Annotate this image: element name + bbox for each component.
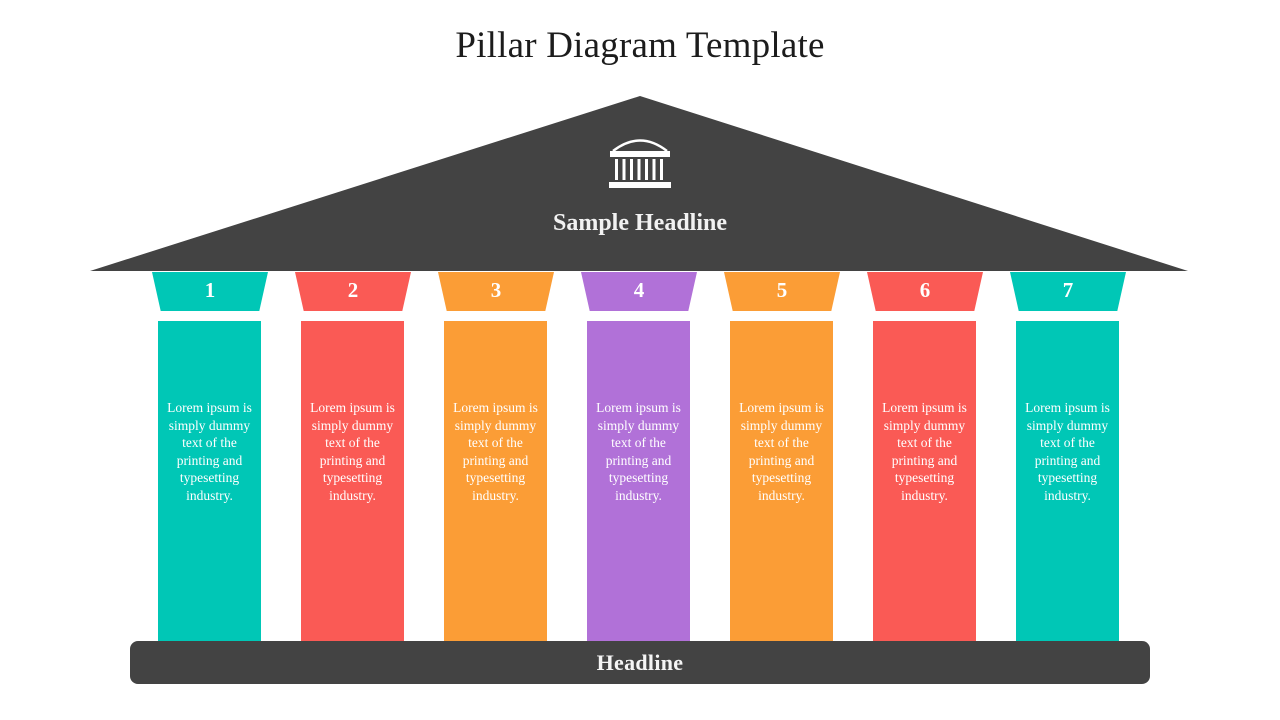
pillar-body-text-5: Lorem ipsum is simply dummy text of the … — [739, 400, 824, 503]
pillar-number-7: 7 — [1062, 278, 1074, 302]
pillar-shaft-4: Lorem ipsum is simply dummy text of the … — [587, 321, 690, 641]
pillar-body-text-1: Lorem ipsum is simply dummy text of the … — [167, 400, 252, 503]
pillar-shaft-3: Lorem ipsum is simply dummy text of the … — [444, 321, 547, 641]
pillar-number-2: 2 — [347, 278, 359, 302]
pillar-number-1: 1 — [204, 278, 216, 302]
pillar-body-text-4: Lorem ipsum is simply dummy text of the … — [596, 400, 681, 503]
pillar-shaft-6: Lorem ipsum is simply dummy text of the … — [873, 321, 976, 641]
pillar-shaft-1: Lorem ipsum is simply dummy text of the … — [158, 321, 261, 641]
pillar-shaft-2: Lorem ipsum is simply dummy text of the … — [301, 321, 404, 641]
pillar-body-text-3: Lorem ipsum is simply dummy text of the … — [453, 400, 538, 503]
pillar-body-text-6: Lorem ipsum is simply dummy text of the … — [882, 400, 967, 503]
base-headline-label: Headline — [596, 649, 684, 675]
pillar-shaft-5: Lorem ipsum is simply dummy text of the … — [730, 321, 833, 641]
pillar-number-6: 6 — [919, 278, 931, 302]
pillar-group: 1 Lorem ipsum is simply dummy text of the… — [0, 0, 1280, 720]
pillar-diagram-slide: Pillar Diagram Template Sample Headline … — [0, 0, 1280, 720]
pillar-shaft-7: Lorem ipsum is simply dummy text of the … — [1016, 321, 1119, 641]
base-plinth: Headline — [130, 641, 1150, 684]
pillar-number-5: 5 — [776, 278, 788, 302]
pillar-number-4: 4 — [633, 278, 645, 302]
pillar-body-text-7: Lorem ipsum is simply dummy text of the … — [1025, 400, 1110, 503]
pillar-number-3: 3 — [490, 278, 502, 302]
pillar-body-text-2: Lorem ipsum is simply dummy text of the … — [310, 400, 395, 503]
